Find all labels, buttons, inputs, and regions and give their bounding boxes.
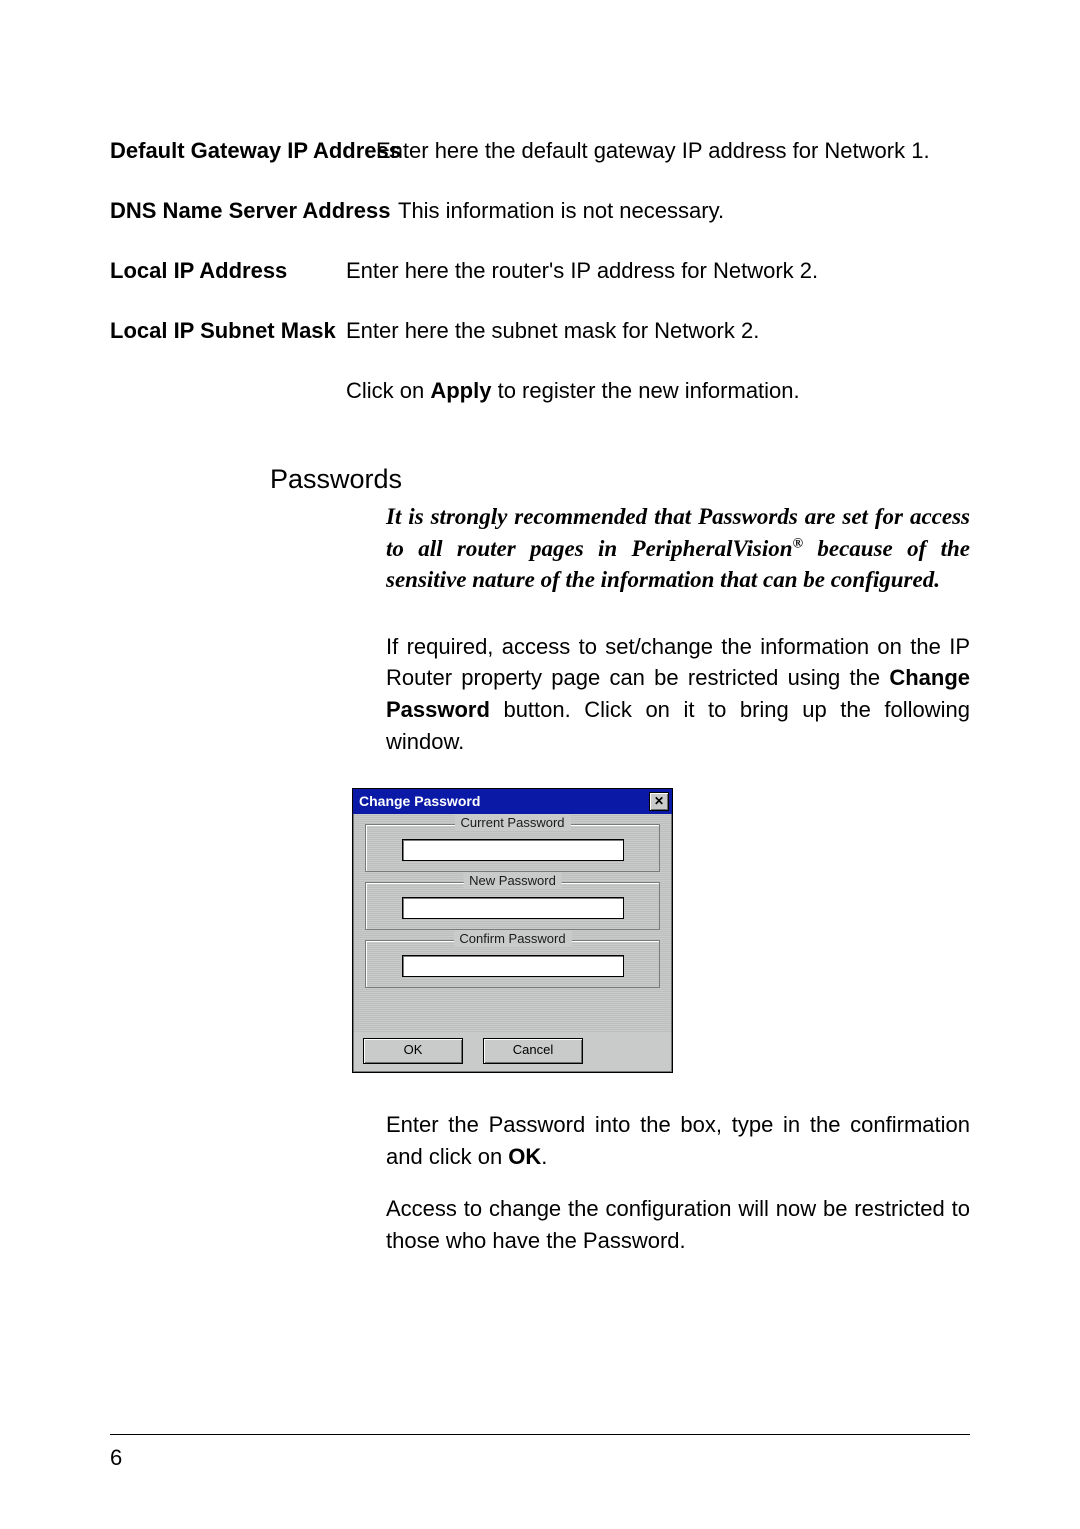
confirm-password-label: Confirm Password <box>453 931 571 946</box>
page-number: 6 <box>110 1445 122 1471</box>
definition-desc: This information is not necessary. <box>398 195 970 227</box>
passwords-intro-paragraph: If required, access to set/change the in… <box>386 631 970 759</box>
definition-desc: Click on Apply to register the new infor… <box>346 375 970 407</box>
apply-word: Apply <box>430 378 491 403</box>
ok-button[interactable]: OK <box>363 1038 463 1064</box>
dialog-spacer <box>365 998 660 1026</box>
definition-label: Local IP Address <box>110 255 346 287</box>
right-column: Enter the Password into the box, type in… <box>386 1109 970 1257</box>
definition-row: Local IP Subnet Mask Enter here the subn… <box>110 315 970 347</box>
right-column: It is strongly recommended that Password… <box>386 501 970 758</box>
passwords-recommendation: It is strongly recommended that Password… <box>386 501 970 594</box>
definition-row: Default Gateway IP Address Enter here th… <box>110 135 970 167</box>
text: Click on <box>346 378 430 403</box>
section-heading-passwords: Passwords <box>270 464 970 495</box>
new-password-label: New Password <box>463 873 562 888</box>
definition-desc: Enter here the subnet mask for Network 2… <box>346 315 970 347</box>
new-password-fieldset: New Password <box>365 882 660 930</box>
definition-row: Local IP Address Enter here the router's… <box>110 255 970 287</box>
confirm-password-fieldset: Confirm Password <box>365 940 660 988</box>
definition-row: Click on Apply to register the new infor… <box>110 375 970 407</box>
confirm-password-input[interactable] <box>402 955 624 977</box>
text: If required, access to set/change the in… <box>386 634 970 691</box>
registered-mark: ® <box>793 536 803 551</box>
definition-row: DNS Name Server Address This information… <box>110 195 970 227</box>
definition-label: Default Gateway IP Address <box>110 135 376 167</box>
cancel-button[interactable]: Cancel <box>483 1038 583 1064</box>
after-dialog-paragraph-1: Enter the Password into the box, type in… <box>386 1109 970 1173</box>
definition-desc: Enter here the router's IP address for N… <box>346 255 970 287</box>
after-dialog-paragraph-2: Access to change the configuration will … <box>386 1193 970 1257</box>
close-button[interactable]: ✕ <box>649 792 669 811</box>
dialog-titlebar: Change Password ✕ <box>353 789 672 814</box>
text: . <box>541 1144 547 1169</box>
current-password-label: Current Password <box>454 815 570 830</box>
change-password-dialog-figure: Change Password ✕ Current Password New P… <box>352 788 970 1073</box>
definition-label: DNS Name Server Address <box>110 195 398 227</box>
ok-word: OK <box>508 1144 541 1169</box>
document-page: Default Gateway IP Address Enter here th… <box>0 0 1080 1529</box>
current-password-input[interactable] <box>402 839 624 861</box>
footer-rule <box>110 1434 970 1435</box>
new-password-input[interactable] <box>402 897 624 919</box>
text: to register the new information. <box>491 378 799 403</box>
dialog-title: Change Password <box>359 793 480 809</box>
close-icon: ✕ <box>654 795 664 807</box>
current-password-fieldset: Current Password <box>365 824 660 872</box>
change-password-dialog: Change Password ✕ Current Password New P… <box>352 788 673 1073</box>
text: Enter the Password into the box, type in… <box>386 1112 970 1169</box>
dialog-button-row: OK Cancel <box>353 1032 672 1072</box>
definition-label: Local IP Subnet Mask <box>110 315 346 347</box>
dialog-body: Current Password New Password Confirm Pa… <box>353 814 672 1032</box>
definition-desc: Enter here the default gateway IP addres… <box>376 135 970 167</box>
